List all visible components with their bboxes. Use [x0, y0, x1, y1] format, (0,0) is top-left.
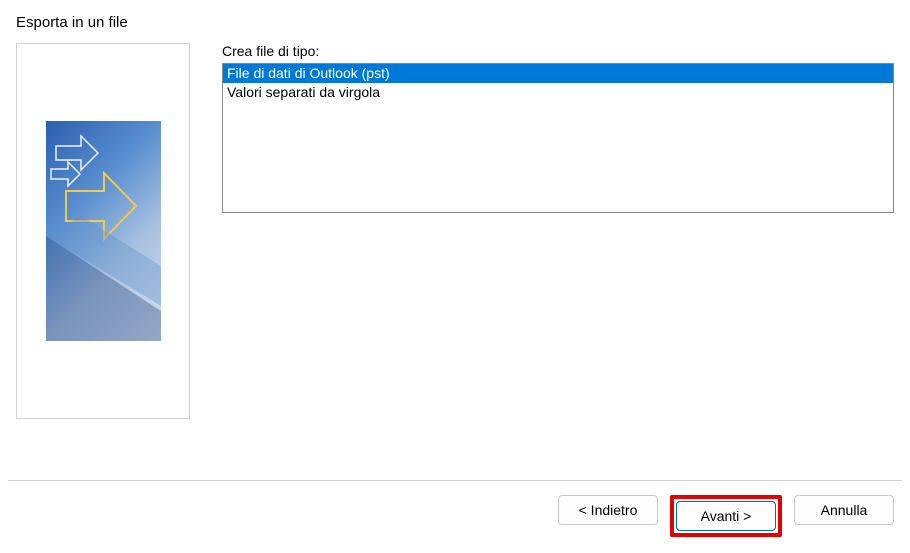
back-button[interactable]: < Indietro — [558, 495, 658, 525]
export-wizard-dialog: Esporta in un file — [0, 0, 910, 553]
export-arrow-graphic — [46, 121, 161, 341]
dialog-content: Crea file di tipo: File di dati di Outlo… — [0, 39, 910, 480]
file-type-label: Crea file di tipo: — [222, 43, 894, 59]
wizard-buttons: < Indietro Avanti > Annulla — [0, 481, 910, 553]
cancel-button[interactable]: Annulla — [794, 495, 894, 525]
dialog-title: Esporta in un file — [0, 0, 910, 39]
file-type-option[interactable]: File di dati di Outlook (pst) — [223, 64, 893, 83]
wizard-image-panel — [16, 43, 190, 419]
file-type-panel: Crea file di tipo: File di dati di Outlo… — [222, 43, 894, 480]
file-type-option[interactable]: Valori separati da virgola — [223, 83, 893, 102]
next-button-highlight: Avanti > — [670, 495, 782, 537]
file-type-listbox[interactable]: File di dati di Outlook (pst)Valori sepa… — [222, 63, 894, 213]
next-button[interactable]: Avanti > — [676, 501, 776, 531]
